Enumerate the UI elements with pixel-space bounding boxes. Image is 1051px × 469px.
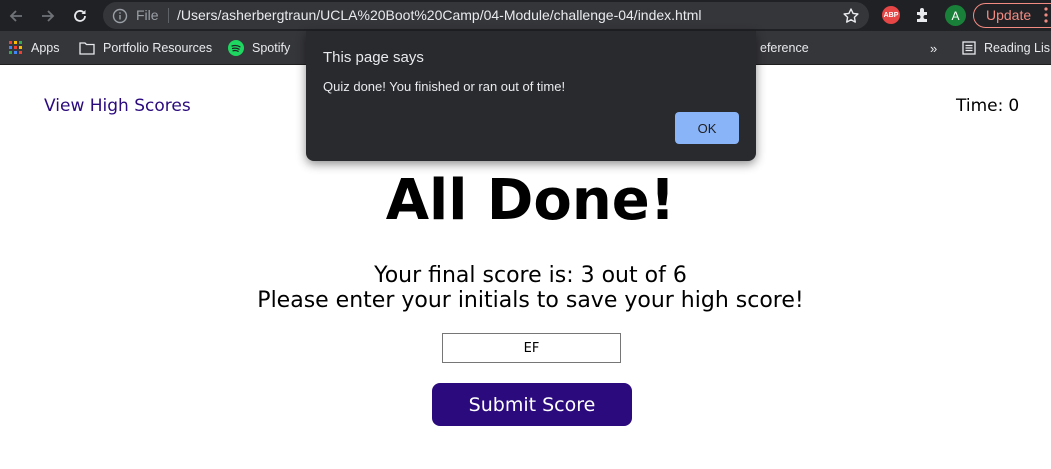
reload-icon[interactable]: [70, 6, 90, 26]
view-high-scores-link[interactable]: View High Scores: [44, 96, 191, 116]
url-text[interactable]: /Users/asherbergtraun/UCLA%20Boot%20Camp…: [177, 7, 702, 23]
alert-dialog: This page says Quiz done! You finished o…: [306, 31, 756, 161]
back-arrow-icon[interactable]: [6, 6, 26, 26]
adblock-plus-icon[interactable]: ABP: [882, 6, 900, 24]
dialog-message: Quiz done! You finished or ran out of ti…: [323, 79, 566, 94]
initials-instructions: Please enter your initials to save your …: [257, 288, 804, 313]
bookmark-spotify[interactable]: Spotify: [228, 40, 290, 56]
bookmark-star-icon[interactable]: [842, 7, 860, 25]
final-score-text: Your final score is: 3 out of 6: [374, 263, 687, 288]
initials-input[interactable]: [442, 333, 621, 363]
bookmark-reading-list[interactable]: Reading Lis: [962, 40, 1050, 56]
browser-toolbar: File /Users/asherbergtraun/UCLA%20Boot%2…: [0, 0, 1051, 31]
bookmark-label: Apps: [31, 41, 60, 55]
spotify-icon: [228, 40, 244, 56]
bookmark-label: Portfolio Resources: [103, 41, 213, 55]
profile-avatar[interactable]: A: [945, 5, 966, 26]
address-bar[interactable]: File /Users/asherbergtraun/UCLA%20Boot%2…: [103, 2, 869, 29]
scheme-label: File: [136, 7, 159, 23]
bookmark-label: eference: [760, 41, 809, 55]
omnibox-divider: [168, 8, 169, 23]
submit-score-button[interactable]: Submit Score: [432, 383, 632, 426]
timer-value: 0: [1008, 96, 1020, 116]
extensions-puzzle-icon[interactable]: [914, 6, 932, 24]
forward-arrow-icon[interactable]: [38, 6, 58, 26]
apps-grid-icon: [9, 41, 22, 54]
info-icon[interactable]: [112, 8, 128, 24]
reading-list-icon: [962, 41, 976, 55]
bookmark-apps[interactable]: Apps: [9, 40, 60, 56]
timer: Time: 0: [956, 96, 1019, 116]
more-bookmarks-chevron[interactable]: »: [930, 40, 937, 56]
dialog-title: This page says: [323, 49, 424, 66]
bookmark-reference[interactable]: eference: [760, 40, 809, 56]
dialog-ok-button[interactable]: OK: [675, 112, 739, 144]
menu-kebab-icon[interactable]: [1044, 7, 1048, 23]
bookmark-label: Reading Lis: [984, 41, 1051, 55]
bookmark-label: Spotify: [252, 41, 291, 55]
timer-label: Time:: [956, 96, 1004, 116]
update-button[interactable]: Update: [973, 3, 1051, 28]
folder-icon: [79, 42, 95, 55]
page-title: All Done!: [385, 168, 676, 233]
bookmark-portfolio-resources[interactable]: Portfolio Resources: [79, 40, 212, 56]
